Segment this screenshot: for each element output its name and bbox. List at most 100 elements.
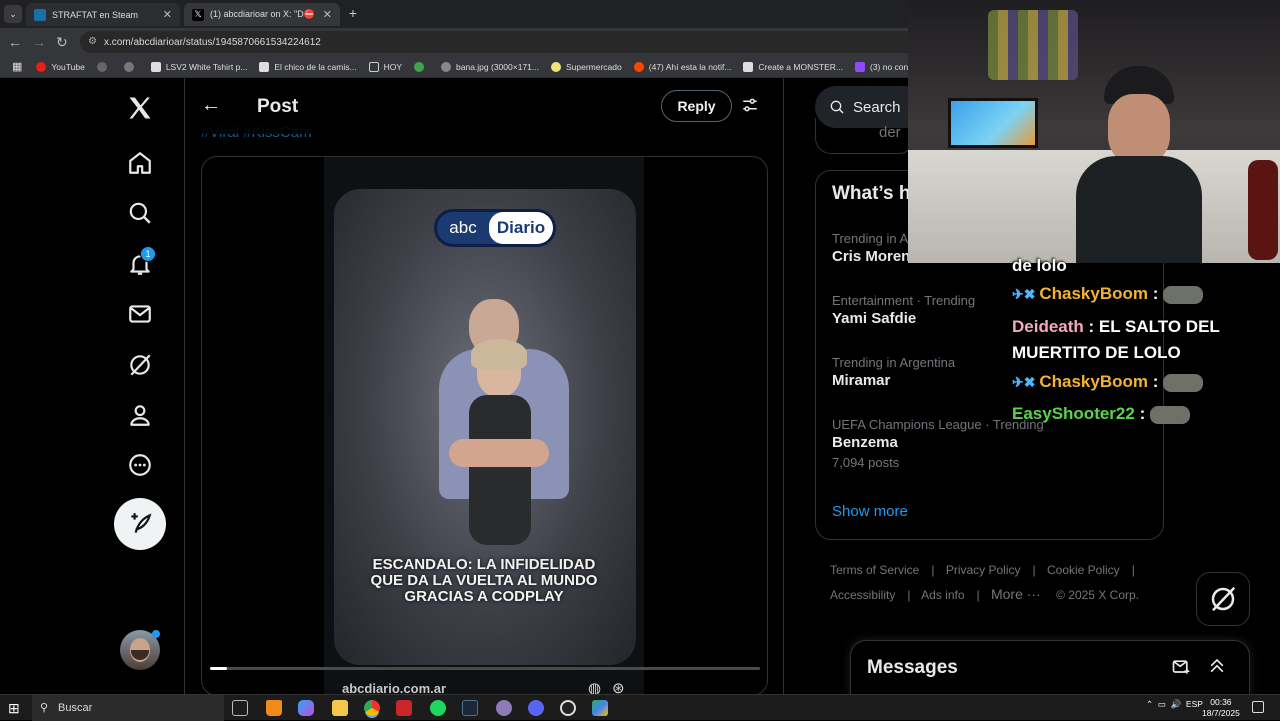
search-peek-text: der [879,124,901,141]
messages-drawer[interactable]: Messages [850,640,1250,694]
account-status-dot [152,630,160,638]
language-indicator: ESP [1185,699,1203,709]
expand-chevron-icon[interactable] [1207,655,1227,680]
new-message-icon[interactable] [1171,657,1191,682]
chat-message: ✈✖ ChaskyBoom : [1012,372,1204,392]
copyright: © 2025 X Corp. [1056,588,1139,602]
x-logo-icon[interactable] [124,92,156,124]
chat-emote-icon [1163,373,1204,392]
settings-icon[interactable]: ⊛ [612,679,625,694]
bookmark-supermercado[interactable]: Supermercado [550,61,622,72]
forward-icon[interactable]: → [32,34,46,50]
spotify-icon[interactable] [430,700,446,716]
home-icon[interactable] [124,147,156,179]
bookmark-lsv2[interactable]: LSV2 White Tshirt p... [150,61,247,72]
taskbar-clock[interactable]: 00:36 18/7/2025 [1202,697,1240,719]
chat-emote-icon [1163,285,1204,304]
drive-icon[interactable] [592,700,608,716]
bookmark-bana[interactable]: bana.jpg (3000×171... [441,61,539,72]
tab-straftat-steam[interactable]: STRAFTAT en Steam ✕ [26,3,180,26]
bookmark-icon-only-2[interactable] [123,61,139,72]
chat-username: ChaskyBoom [1039,284,1148,303]
steam-icon[interactable] [462,700,478,716]
reddit-icon [633,61,644,72]
webcam-soda-bottle [1248,160,1278,260]
chat-separator: : [1148,372,1164,391]
video-frame[interactable]: abc Diario ESCANDALO: LA INFIDELIDAD QUE… [324,157,644,694]
chat-username: Deideath [1012,317,1084,336]
back-icon[interactable]: ← [8,34,22,50]
show-more-link[interactable]: Show more [832,503,908,520]
globe-icon [96,61,107,72]
post-column: #Viral #KissCam ← Post Reply [184,78,784,694]
reload-icon[interactable]: ↻ [56,34,68,51]
bookmark-notif[interactable]: (47) Ahí esta la notif... [633,61,731,72]
reply-button[interactable]: Reply [661,90,732,122]
abc-diario-logo: abc Diario [434,209,556,247]
app-icon[interactable] [496,700,512,716]
footer-link[interactable]: Privacy Policy [946,563,1021,577]
twitch-icon [854,61,865,72]
bookmark-chico[interactable]: El chico de la camis... [259,61,357,72]
search-icon[interactable] [124,197,156,229]
more-options-icon[interactable] [124,449,156,481]
back-arrow-icon[interactable]: ← [201,94,221,117]
chat-message: Deideath : EL SALTO DEL MUERTITO DE LOLO [1012,314,1242,366]
language-globe-icon[interactable]: ◍ [588,679,601,694]
system-tray[interactable]: ⌃ ▭ 🔊 ESP [1146,699,1203,710]
grok-icon[interactable] [124,349,156,381]
footer-link[interactable]: Cookie Policy [1047,563,1120,577]
reply-settings-icon[interactable] [741,96,759,119]
tab-search-button[interactable]: ⌄ [4,5,22,23]
bookmark-monster[interactable]: Create a MONSTER... [743,61,843,72]
chat-message: ✈✖ ChaskyBoom : [1012,284,1204,304]
tab-label: STRAFTAT en Steam [52,9,139,20]
profile-icon[interactable] [124,399,156,431]
webcam-shelf-figures [988,10,1078,80]
file-explorer-icon[interactable] [332,700,348,716]
trend-item[interactable]: Trending in Argentina Miramar [832,355,955,389]
apps-grid-icon[interactable]: ▦ [12,60,22,73]
trend-item[interactable]: Entertainment · Trending Yami Safdie [832,293,975,327]
recorder-icon[interactable] [396,700,412,716]
taskbar-search-input[interactable]: ⚲ Buscar [32,695,224,721]
bookmark-icon-only-3[interactable] [414,61,429,72]
sidebar-top-card: der [815,118,915,154]
chat-separator: : [1148,284,1164,303]
footer-more-link[interactable]: More ··· [991,586,1041,602]
notifications-badge: 1 [140,246,156,262]
globe-icon [123,61,134,72]
youtube-icon [36,61,47,72]
chat-message: EasyShooter22 : [1012,404,1190,424]
task-view-icon[interactable] [232,700,248,716]
post-video[interactable]: abc Diario ESCANDALO: LA INFIDELIDAD QUE… [201,156,768,694]
bookmark-youtube[interactable]: YouTube [36,61,85,72]
close-tab-icon[interactable]: ✕ [157,8,172,21]
messages-envelope-icon[interactable] [124,298,156,330]
page-icon [259,61,270,72]
obs-icon[interactable] [560,700,576,716]
chrome-icon[interactable] [364,700,380,716]
messages-title: Messages [867,657,958,678]
video-watermark: abcdiario.com.ar [342,681,447,694]
tab-x-post[interactable]: 𝕏 (1) abcdiarioar on X: "D⛔ ESCÁ ✕ [184,3,340,26]
new-tab-button[interactable]: + [345,6,361,22]
compose-post-button[interactable] [114,498,166,550]
bookmark-hoy[interactable]: HOY [368,61,402,72]
close-tab-icon[interactable]: ✕ [317,8,332,21]
vlc-icon[interactable] [266,700,282,716]
page-icon [743,61,754,72]
bookmark-icon-only[interactable] [96,61,112,72]
video-progress-bar[interactable] [210,667,760,670]
footer-link[interactable]: Terms of Service [830,563,919,577]
site-info-icon[interactable]: ⚙ [88,36,97,47]
footer-link[interactable]: Ads info [921,588,964,602]
copilot-icon[interactable] [298,700,314,716]
notification-center-icon[interactable] [1252,701,1264,713]
url-bar[interactable]: ⚙ x.com/abcdiarioar/status/1945870661534… [80,31,940,53]
discord-icon[interactable] [528,700,544,716]
windows-start-icon[interactable]: ⊞ [8,700,20,717]
footer-link[interactable]: Accessibility [830,588,895,602]
grok-floating-button[interactable] [1196,572,1250,626]
grok-icon [1211,586,1236,612]
